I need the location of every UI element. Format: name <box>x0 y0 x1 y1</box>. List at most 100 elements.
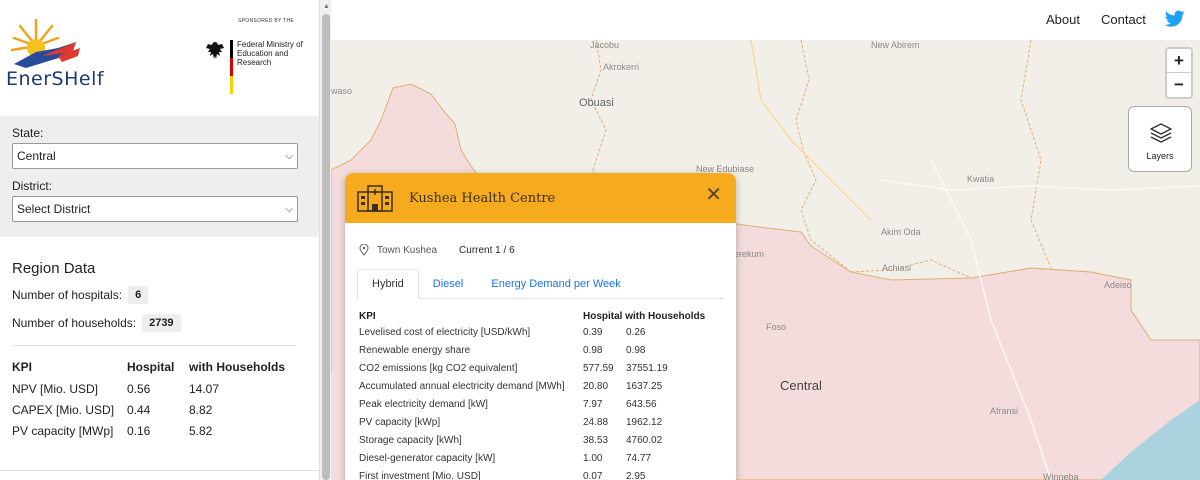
households-header: with Households <box>189 360 285 374</box>
popup-tabs: Hybrid Diesel Energy Demand per Week <box>357 269 724 299</box>
about-link[interactable]: About <box>1046 12 1080 27</box>
map-place-label: erekum <box>734 249 765 259</box>
hospital-value: 0.39 <box>583 327 603 339</box>
zoom-control: + − <box>1165 47 1193 99</box>
kpi-name: Peak electricity demand [kW] <box>359 399 488 410</box>
tab-hybrid[interactable]: Hybrid <box>357 269 419 299</box>
table-header-row: KPI Hospital with Households <box>12 360 285 379</box>
layers-icon <box>1150 123 1172 143</box>
households-count-badge: 2739 <box>142 314 181 332</box>
zoom-in-button[interactable]: + <box>1167 49 1191 73</box>
table-row: PV capacity [MWp] 0.16 5.82 <box>12 421 285 442</box>
values-header: Hospital with Households <box>583 311 706 322</box>
households-value: 643.56 <box>626 399 657 410</box>
table-row: Renewable energy share 0.98 0.98 <box>359 342 705 360</box>
households-value: 74.77 <box>626 452 652 464</box>
state-select-value: Central <box>17 149 56 163</box>
kpi-name: Storage capacity [kWh] <box>359 434 462 446</box>
table-row: Accumulated annual electricity demand [M… <box>359 378 705 396</box>
hospitals-label: Number of hospitals: <box>12 288 123 302</box>
sidebar-scrollbar[interactable]: ▲ <box>319 0 331 480</box>
map-place-label: Jacobu <box>590 40 620 50</box>
kpi-name: PV capacity [MWp] <box>12 424 114 438</box>
brand-name: EnerSHelf <box>6 68 105 90</box>
state-label: State: <box>12 126 44 140</box>
district-select[interactable]: Select District ⌵ <box>12 196 298 222</box>
close-icon[interactable]: ✕ <box>705 185 722 205</box>
kpi-name: Diesel-generator capacity [kW] <box>359 452 496 464</box>
kpi-households-value: 14.07 <box>189 382 220 396</box>
kpi-hospital-value: 0.16 <box>127 424 151 438</box>
hospital-header: Hospital <box>127 360 175 374</box>
hospital-value: 0.07 <box>583 470 603 480</box>
households-value: 1637.25 <box>626 381 663 393</box>
households-value: 1962.12 <box>626 416 663 428</box>
filter-area: State: Central ⌵ District: Select Distri… <box>0 116 319 237</box>
zoom-out-button[interactable]: − <box>1167 73 1191 97</box>
chevron-down-icon: ⌵ <box>285 203 293 215</box>
popup-meta: Town Kushea Current 1 / 6 <box>345 231 736 269</box>
divider <box>12 345 296 346</box>
map-place-label: Akim Oda <box>881 227 921 237</box>
table-row: First investment [Mio. USD] 0.07 2.95 <box>359 467 705 480</box>
scroll-up-icon[interactable]: ▲ <box>323 3 330 10</box>
sponsor-logo: SPONSORED BY THE Federal Ministry of Edu… <box>204 18 314 98</box>
hospital-value: 7.97 <box>583 399 603 410</box>
table-header-row: KPI Hospital with Households <box>359 311 705 324</box>
table-row: Peak electricity demand [kW] 7.97 643.56 <box>359 396 705 414</box>
layers-button[interactable]: Layers <box>1128 106 1192 172</box>
kpi-name: Renewable energy share <box>359 345 471 357</box>
kpi-name: CAPEX [Mio. USD] <box>12 403 115 417</box>
hospital-icon <box>357 185 393 212</box>
location-pin-icon <box>359 244 369 256</box>
tab-energy-demand[interactable]: Energy Demand per Week <box>477 269 634 298</box>
scrollbar-thumb[interactable] <box>322 14 330 480</box>
kpi-name: Accumulated annual electricity demand [M… <box>359 381 565 393</box>
eagle-icon <box>206 42 224 59</box>
sidebar: EnerSHelf SPONSORED BY THE Federal Minis… <box>0 0 319 480</box>
region-kpi-table: KPI Hospital with Households NPV [Mio. U… <box>12 360 285 442</box>
hospital-value: 38.53 <box>583 434 609 446</box>
map-place-label: New Abirem <box>871 40 920 50</box>
contact-link[interactable]: Contact <box>1101 12 1146 27</box>
district-select-value: Select District <box>17 202 91 216</box>
popup-title: Kushea Health Centre <box>409 190 556 206</box>
table-row: Diesel-generator capacity [kW] 1.00 74.77 <box>359 449 705 467</box>
map-place-label: Achiasi <box>882 263 912 273</box>
district-label: District: <box>12 179 52 193</box>
map-place-label: Kwatia <box>967 174 995 184</box>
kpi-name: First investment [Mio. USD] <box>359 470 481 480</box>
map-place-label: Akrokerri <box>603 62 640 72</box>
current-indicator: Current 1 / 6 <box>459 244 515 256</box>
households-value: 2.95 <box>626 470 646 480</box>
kpi-header: KPI <box>12 360 33 374</box>
twitter-icon[interactable] <box>1165 10 1185 28</box>
map-place-label: Adeiso <box>1104 280 1132 290</box>
kpi-name: CO2 emissions [kg CO2 equivalent] <box>359 363 518 375</box>
divider <box>0 470 319 471</box>
chevron-down-icon: ⌵ <box>285 150 293 162</box>
map-place-label: Obuasi <box>579 97 614 109</box>
table-row: Levelised cost of electricity [USD/kWh] 0… <box>359 324 705 342</box>
sponsor-label: SPONSORED BY THE <box>238 18 295 24</box>
town-name: Town Kushea <box>377 244 438 256</box>
kpi-header: KPI <box>359 311 376 322</box>
households-label: Number of households: <box>12 316 137 330</box>
map-place-label: Winneba <box>1043 472 1079 480</box>
kpi-households-value: 8.82 <box>189 403 213 417</box>
hospitals-stat: Number of hospitals: 6 <box>12 285 296 305</box>
table-row: Storage capacity [kWh] 38.53 4760.02 <box>359 431 705 449</box>
hospital-value: 24.88 <box>583 416 609 428</box>
table-row: CAPEX [Mio. USD] 0.44 8.82 <box>12 400 285 421</box>
kpi-name: Levelised cost of electricity [USD/kWh] <box>359 327 531 339</box>
households-value: 4760.02 <box>626 434 663 446</box>
hospitals-count-badge: 6 <box>128 286 149 304</box>
state-select[interactable]: Central ⌵ <box>12 143 298 169</box>
logo-area: EnerSHelf SPONSORED BY THE Federal Minis… <box>0 0 319 116</box>
table-row: PV capacity [kWp] 24.88 1962.12 <box>359 413 705 431</box>
ministry-name: Federal Ministry of Education and Resear… <box>237 40 303 67</box>
households-stat: Number of households: 2739 <box>12 313 296 333</box>
table-row: NPV [Mio. USD] 0.56 14.07 <box>12 379 285 400</box>
tab-diesel[interactable]: Diesel <box>419 269 478 298</box>
kpi-hospital-value: 0.44 <box>127 403 151 417</box>
